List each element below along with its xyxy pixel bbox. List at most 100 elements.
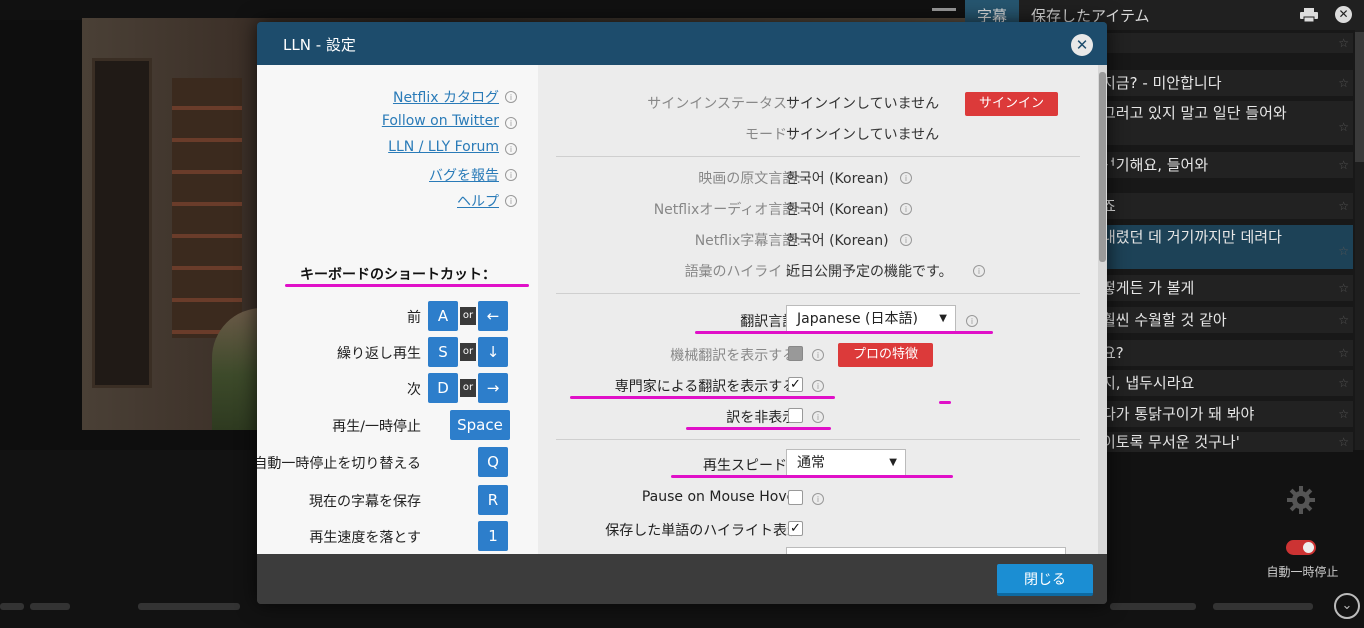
star-icon[interactable]: ☆ [1338,370,1349,396]
info-icon[interactable]: i [812,411,824,423]
partial-select[interactable] [786,547,1066,554]
machine-translation-label: 機械翻訳を表示する: [670,348,801,364]
subtitle-text: 내렸던 데 거기까지만 데려다 [1102,228,1282,246]
star-icon[interactable]: ☆ [1338,239,1349,263]
close-icon[interactable]: ✕ [1335,6,1352,23]
info-icon[interactable]: i [505,117,517,129]
timeline-segment [1213,603,1313,610]
subtitle-text: 이토록 무서운 것구나' [1102,433,1240,451]
video-cabinet [92,58,152,388]
video-shelf [172,78,242,338]
info-icon[interactable]: i [900,203,912,215]
shortcut-key: 1 [478,521,508,551]
shortcuts-heading: キーボードのショートカット： [300,267,496,283]
top-strip [0,0,965,20]
gear-icon[interactable] [1286,485,1316,515]
link-forum[interactable]: LLN / LLY Forum [388,139,499,155]
print-icon[interactable] [1300,8,1318,22]
star-icon[interactable]: ☆ [1338,340,1349,366]
link-follow-twitter[interactable]: Follow on Twitter [382,113,499,129]
shortcut-label: 再生速度を落とす [309,530,421,546]
hide-translation-checkbox[interactable] [788,408,803,423]
info-icon[interactable]: i [812,493,824,505]
info-icon[interactable]: i [966,315,978,327]
info-icon[interactable]: i [973,265,985,277]
subtitle-text: 지금? - 미안합니다 [1102,74,1222,92]
star-icon[interactable]: ☆ [1338,307,1349,333]
timeline-segment [138,603,240,610]
translation-lang-value: Japanese (日本語) [797,311,918,327]
info-icon[interactable]: i [812,349,824,361]
signin-button[interactable]: サインイン [965,92,1058,116]
info-icon[interactable]: i [812,380,824,392]
pause-hover-checkbox[interactable] [788,490,803,505]
expert-translation-label: 専門家による翻訳を表示する: [614,379,801,395]
star-icon[interactable]: ☆ [1338,33,1349,53]
star-icon[interactable]: ☆ [1338,70,1349,96]
audio-lang-label: Netflixオーディオ言語: [653,202,801,218]
dialog-footer: 閉じる [257,554,1107,604]
panel-scrollbar-thumb[interactable] [1355,32,1364,162]
shortcut-key: D [428,373,458,403]
pro-features-button[interactable]: プロの特徴 [838,343,933,367]
machine-translation-checkbox[interactable] [788,346,803,361]
shortcut-label: 現在の字幕を保存 [309,494,421,510]
translation-lang-select[interactable]: Japanese (日本語) ▼ [786,305,956,333]
or-label: or [460,343,476,361]
subtitle-text: 지, 냅두시라요 [1102,374,1195,392]
divider [556,156,1080,157]
netflix-player: 字幕 保存したアイテム ✕ ☆ 지금? - 미안합니다 ☆ 그러고 있지 말고 일단 … [0,0,1364,628]
star-icon[interactable]: ☆ [1338,432,1349,452]
saved-highlight-label: 保存した単語のハイライト表示 [605,523,801,539]
timeline-segment [30,603,70,610]
link-netflix-catalog[interactable]: Netflix カタログ [393,87,499,107]
dialog-title: LLN - 設定 [283,36,356,54]
shortcut-arrow-key: ← [478,301,508,331]
subtitle-text: 떻게든 가 볼게 [1102,279,1195,297]
or-label: or [460,307,476,325]
close-button[interactable]: 閉じる [997,564,1093,596]
dialog-scrollbar-thumb[interactable] [1099,72,1106,262]
playback-speed-value: 通常 [797,455,825,471]
shortcut-key: Q [478,447,508,477]
subtitle-text: ᆟ기해요, 들어와 [1102,156,1209,174]
chevron-down-icon[interactable]: ⌄ [1334,593,1360,619]
minimize-icon[interactable] [932,8,956,11]
signin-status-label: サインインステータス： [647,96,801,112]
shortcut-arrow-key: → [478,373,508,403]
annotation-underline [695,331,993,334]
annotation-mark [939,401,951,404]
subtitle-lang-value: 한국어 (Korean) [786,233,889,249]
star-icon[interactable]: ☆ [1338,152,1349,178]
info-icon[interactable]: i [900,172,912,184]
autopause-toggle[interactable] [1286,540,1316,555]
shortcut-label: 次 [407,382,421,398]
signin-status-value: サインインしていません [786,96,940,112]
settings-dialog: LLN - 設定 ✕ Netflix カタログ i Follow on Twit… [257,22,1107,604]
link-report-bug[interactable]: バグを報告 [429,165,499,185]
star-icon[interactable]: ☆ [1338,275,1349,301]
info-icon[interactable]: i [505,143,517,155]
info-icon[interactable]: i [505,195,517,207]
shortcut-label: 前 [407,310,421,326]
star-icon[interactable]: ☆ [1338,401,1349,427]
link-help[interactable]: ヘルプ [457,191,499,211]
pause-hover-label: Pause on Mouse Hover [641,489,801,505]
info-icon[interactable]: i [505,91,517,103]
dialog-close-icon[interactable]: ✕ [1071,34,1093,56]
star-icon[interactable]: ☆ [1338,193,1349,219]
playback-speed-select[interactable]: 通常 ▼ [786,449,906,477]
dropdown-arrow-icon: ▼ [939,313,947,324]
highlight-label: 語彙のハイライト: [684,264,801,280]
timeline-segment [0,603,24,610]
mode-value: サインインしていません [786,127,940,143]
dialog-right-column: サインインステータス： サインインしていません サインイン モード： サインイン… [538,65,1107,554]
star-icon[interactable]: ☆ [1338,115,1349,139]
subtitle-text: 훨씬 수월할 것 같아 [1102,311,1227,329]
shortcut-label: 繰り返し再生 [337,346,421,362]
dropdown-arrow-icon: ▼ [889,457,897,468]
expert-translation-checkbox[interactable]: ✓ [788,377,803,392]
saved-highlight-checkbox[interactable]: ✓ [788,521,803,536]
info-icon[interactable]: i [505,169,517,181]
info-icon[interactable]: i [900,234,912,246]
